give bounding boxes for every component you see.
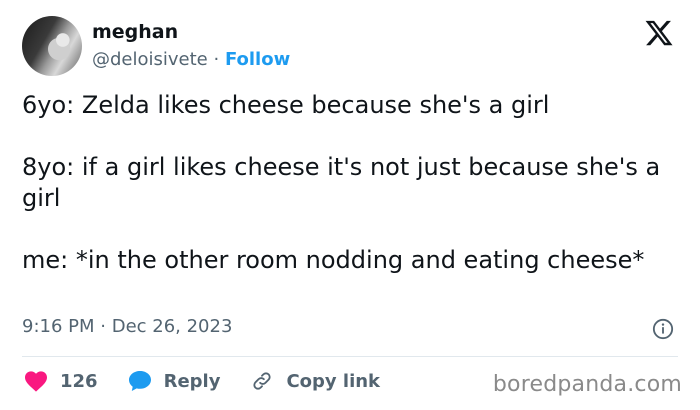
tweet-time: 9:16 PM <box>22 316 95 337</box>
reply-label: Reply <box>163 370 221 392</box>
speech-bubble-icon <box>128 371 151 391</box>
tweet-card: meghan @deloisivete · Follow 6yo: Zelda … <box>0 0 700 410</box>
divider <box>22 356 678 357</box>
heart-icon <box>25 371 47 392</box>
display-name[interactable]: meghan <box>92 21 290 44</box>
link-icon <box>253 372 272 390</box>
tweet-text: 6yo: Zelda likes cheese because she's a … <box>22 90 682 276</box>
reply-button[interactable]: Reply <box>128 370 221 392</box>
separator-dot: · <box>207 48 225 70</box>
copy-link-label: Copy link <box>286 370 381 392</box>
handle-row: @deloisivete · Follow <box>92 48 290 71</box>
copy-link-button[interactable]: Copy link <box>250 370 380 392</box>
tweet-paragraph: 8yo: if a girl likes cheese it's not jus… <box>22 153 661 212</box>
handle[interactable]: @deloisivete <box>92 49 208 70</box>
tweet-paragraph: 6yo: Zelda likes cheese because she's a … <box>22 91 550 119</box>
info-icon[interactable] <box>652 318 674 340</box>
tweet-date: Dec 26, 2023 <box>111 316 233 337</box>
like-button[interactable]: 126 <box>24 370 98 392</box>
like-count: 126 <box>60 370 98 392</box>
avatar[interactable] <box>22 16 82 76</box>
timestamp-dot: · <box>94 316 112 337</box>
timestamp[interactable]: 9:16 PM · Dec 26, 2023 <box>22 316 232 337</box>
tweet-header: meghan @deloisivete · Follow <box>22 16 290 76</box>
follow-button[interactable]: Follow <box>225 49 290 70</box>
watermark: boredpanda.com <box>492 372 682 397</box>
author-block: meghan @deloisivete · Follow <box>92 21 290 71</box>
x-logo-icon[interactable] <box>644 18 674 48</box>
tweet-paragraph: me: *in the other room nodding and eatin… <box>22 246 645 274</box>
action-bar: 126 Reply Copy link <box>24 370 410 392</box>
